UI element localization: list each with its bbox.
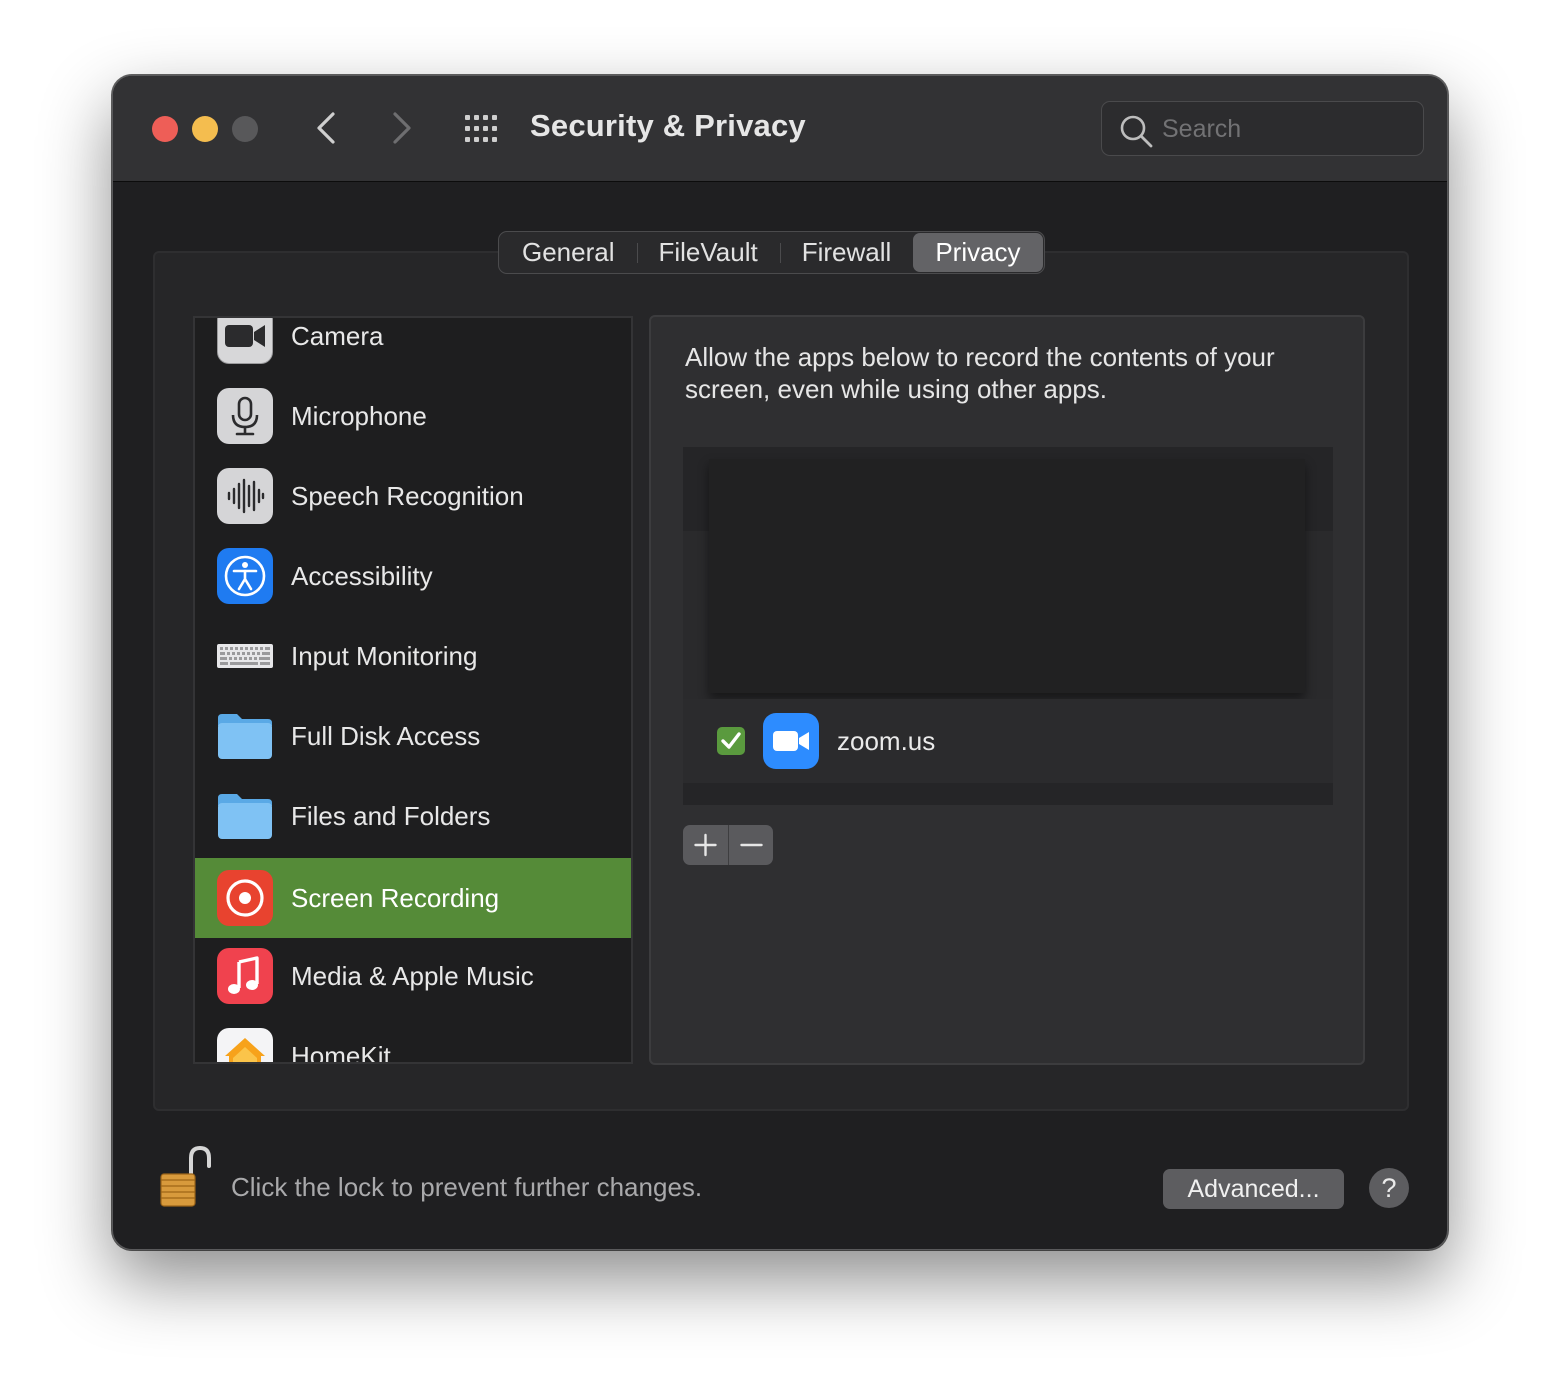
search-input[interactable] (1162, 110, 1412, 148)
category-label: Input Monitoring (291, 641, 478, 671)
search-icon (1120, 115, 1153, 148)
lock-button[interactable] (159, 1144, 211, 1210)
app-list[interactable]: zoom.us (683, 447, 1333, 805)
category-media-apple-music[interactable]: Media & Apple Music (195, 936, 631, 1016)
tab-filevault[interactable]: FileVault (636, 233, 780, 272)
help-button[interactable]: ? (1369, 1168, 1409, 1208)
search-field[interactable] (1101, 101, 1424, 156)
security-privacy-window: Security & Privacy General FileVault Fir… (112, 75, 1448, 1250)
category-label: HomeKit (291, 1041, 391, 1064)
remove-app-button[interactable] (728, 825, 773, 865)
category-label: Full Disk Access (291, 721, 481, 751)
chevron-right-icon (393, 112, 411, 144)
screen-recording-description: Allow the apps below to record the conte… (685, 342, 1275, 404)
add-remove-control (683, 825, 773, 865)
category-homekit[interactable]: HomeKit (195, 1016, 631, 1064)
microphone-icon (217, 388, 273, 444)
back-button[interactable] (309, 110, 345, 146)
tab-privacy[interactable]: Privacy (913, 233, 1043, 272)
app-row-zoom[interactable]: zoom.us (683, 699, 1333, 783)
minimize-window-button[interactable] (192, 116, 218, 142)
category-input-monitoring[interactable]: Input Monitoring (195, 616, 631, 696)
zoom-permission-checkbox[interactable] (717, 727, 745, 755)
tab-firewall[interactable]: Firewall (779, 233, 914, 272)
add-app-button[interactable] (683, 825, 728, 865)
category-microphone[interactable]: Microphone (195, 376, 631, 456)
category-label: Speech Recognition (291, 481, 524, 511)
window-title: Security & Privacy (530, 108, 806, 143)
waveform-icon (217, 468, 273, 524)
category-label: Accessibility (291, 561, 433, 591)
lock-status-text: Click the lock to prevent further change… (231, 1172, 703, 1202)
category-label: Screen Recording (291, 883, 500, 913)
category-camera[interactable]: Camera (195, 318, 631, 376)
tab-general[interactable]: General (500, 233, 637, 272)
keyboard-icon (217, 644, 273, 668)
category-screen-recording[interactable]: Screen Recording (195, 858, 631, 938)
camera-icon (217, 318, 273, 364)
detail-pane: Allow the apps below to record the conte… (649, 315, 1365, 1065)
minus-icon (740, 843, 763, 847)
zoom-video-icon (763, 713, 819, 769)
privacy-category-list[interactable]: Camera Microphone Speech Recognition Acc… (193, 316, 633, 1064)
category-label: Microphone (291, 401, 427, 431)
empty-list-area (709, 459, 1305, 693)
close-window-button[interactable] (152, 116, 178, 142)
advanced-button[interactable]: Advanced... (1163, 1169, 1344, 1209)
category-full-disk-access[interactable]: Full Disk Access (195, 696, 631, 776)
zoom-window-button[interactable] (232, 116, 258, 142)
app-name: zoom.us (837, 726, 936, 756)
checkmark-icon (721, 732, 741, 749)
folder-icon (218, 714, 272, 759)
tab-bar: General FileVault Firewall Privacy (498, 231, 1045, 274)
forward-button[interactable] (383, 110, 419, 146)
chevron-left-icon (317, 112, 335, 144)
plus-icon (694, 833, 717, 857)
category-files-and-folders[interactable]: Files and Folders (195, 776, 631, 856)
category-label: Files and Folders (291, 801, 491, 831)
category-label: Camera (291, 321, 384, 351)
show-all-button[interactable] (463, 114, 503, 144)
home-icon (217, 1028, 273, 1062)
unlocked-padlock-icon (160, 1145, 211, 1207)
category-accessibility[interactable]: Accessibility (195, 536, 631, 616)
accessibility-icon (217, 548, 273, 604)
category-speech-recognition[interactable]: Speech Recognition (195, 456, 631, 536)
music-note-icon (217, 948, 273, 1004)
folder-icon (218, 794, 272, 839)
grid-icon (465, 115, 497, 142)
title-bar: Security & Privacy (113, 76, 1447, 182)
category-label: Media & Apple Music (291, 961, 534, 991)
screen-recording-icon (217, 870, 273, 926)
